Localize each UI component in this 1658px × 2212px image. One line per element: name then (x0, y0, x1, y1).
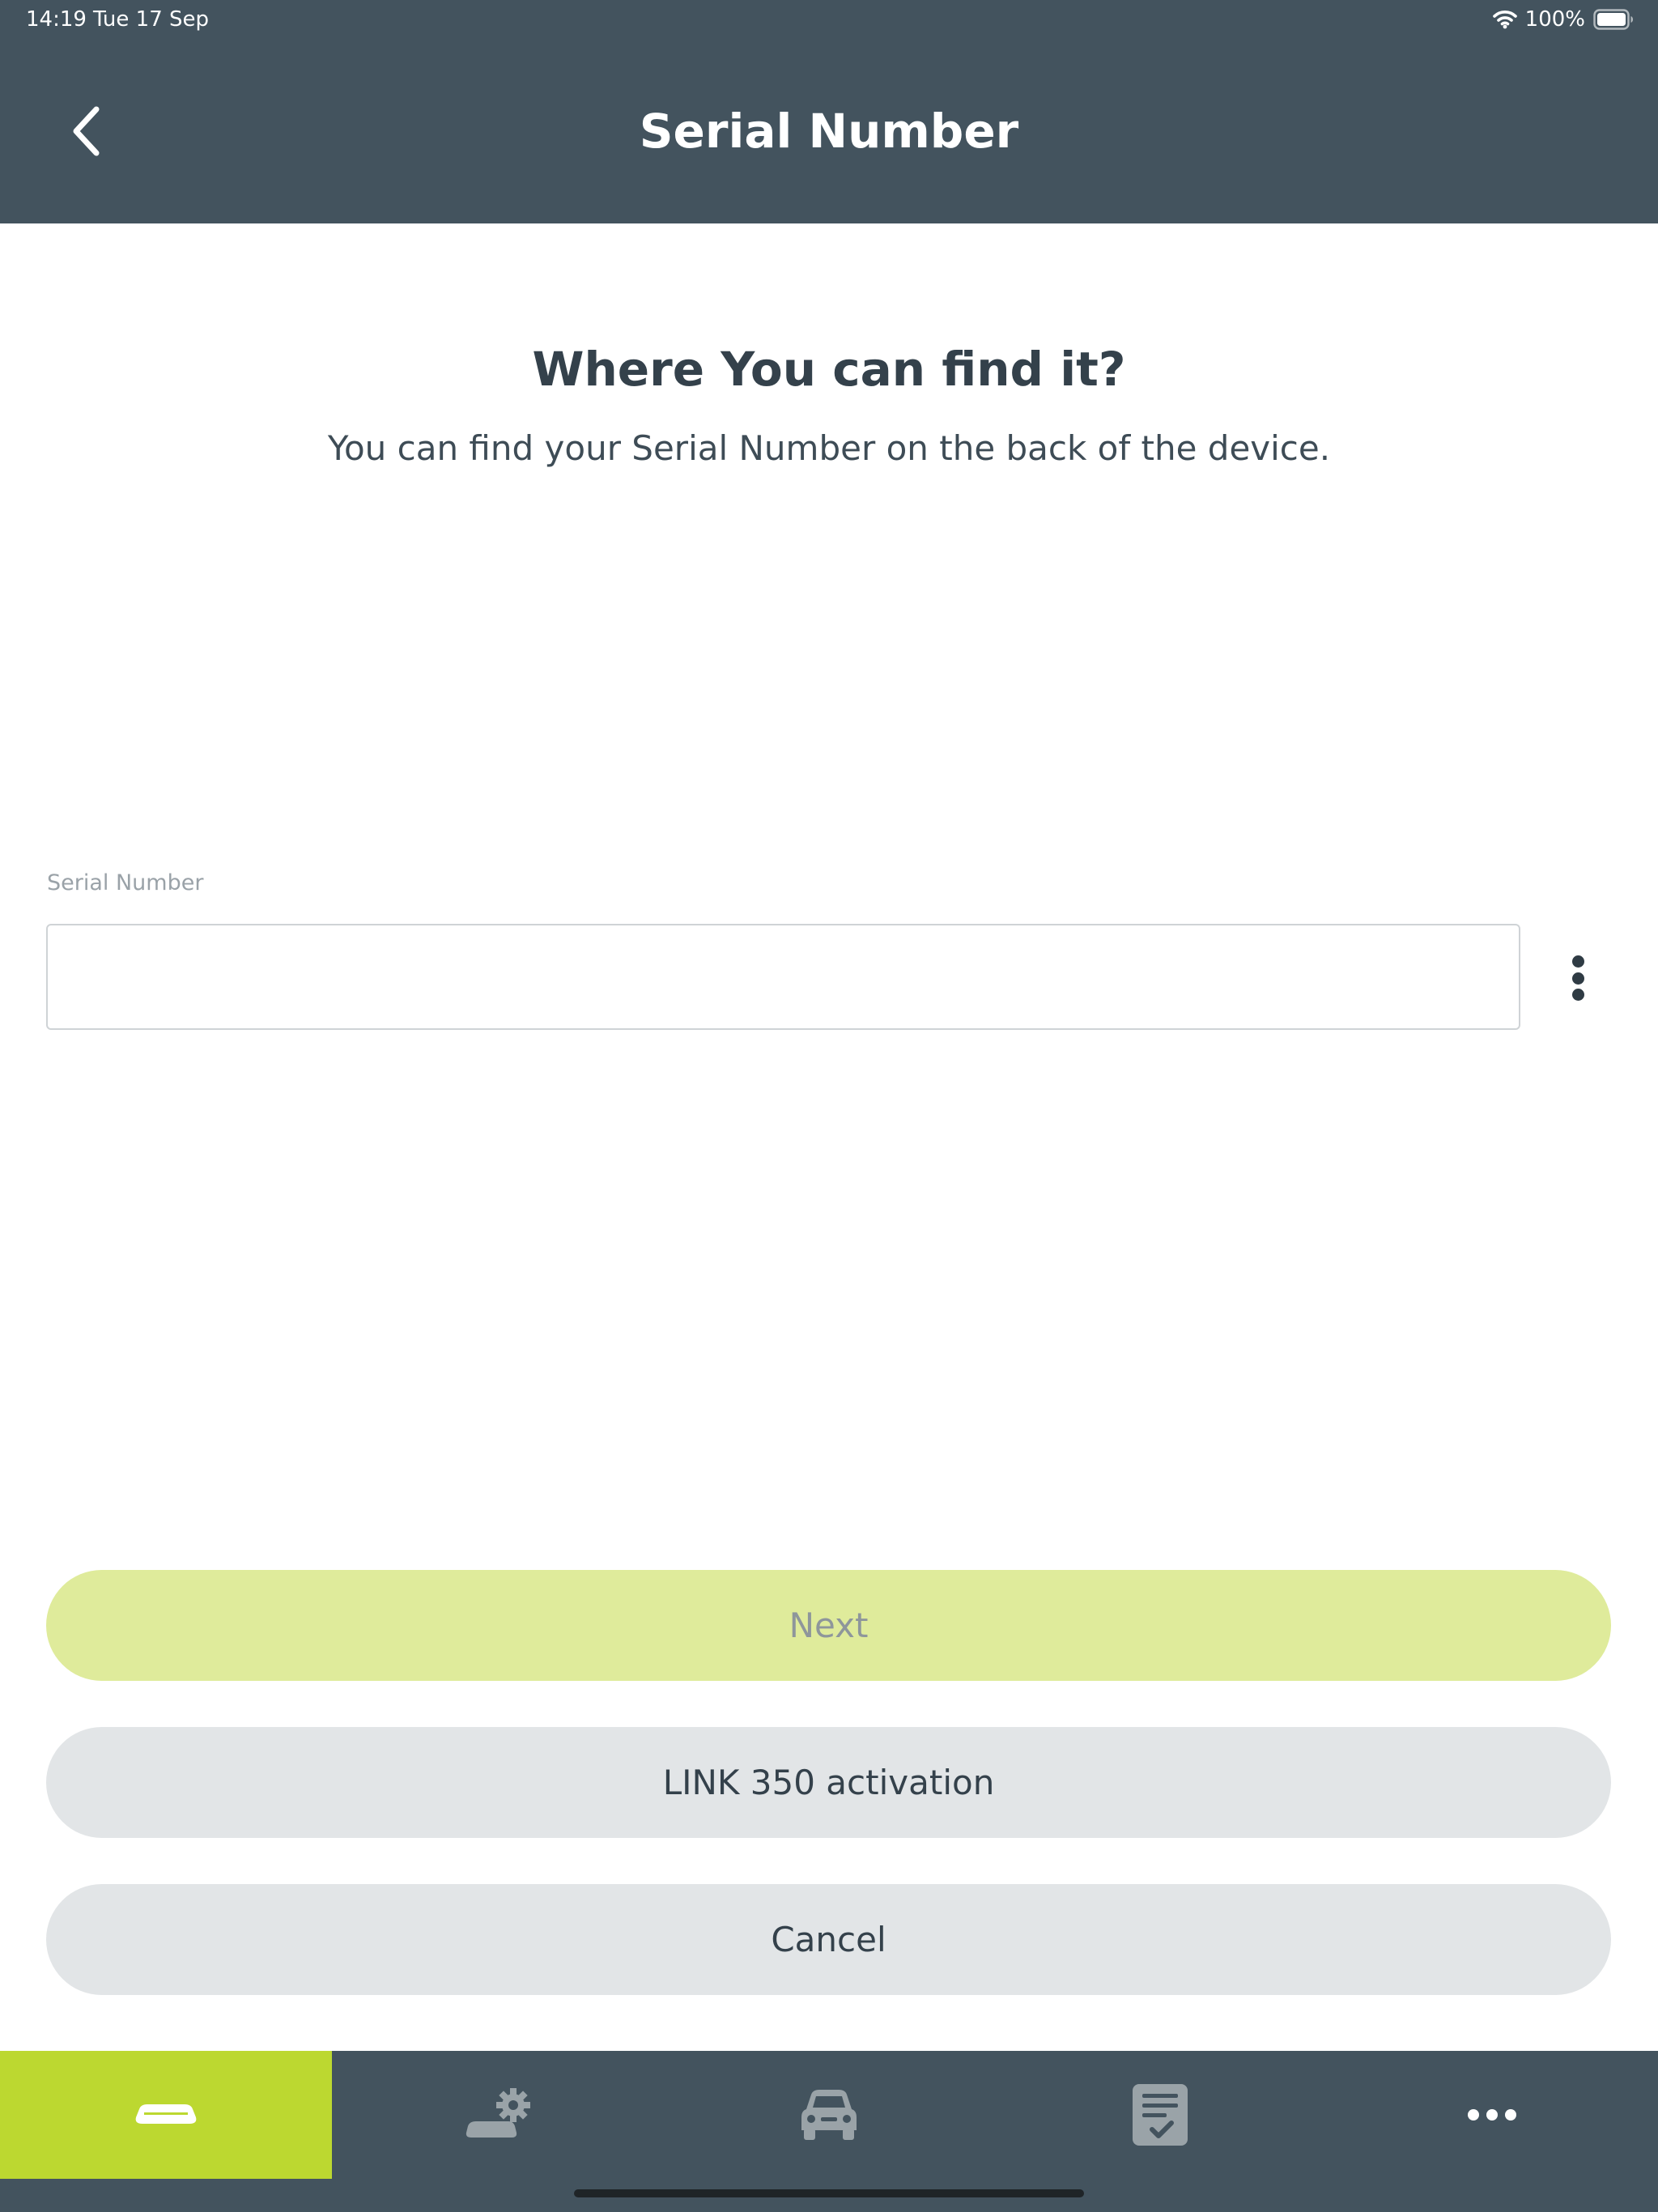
battery-icon (1593, 9, 1633, 30)
checklist-icon (1133, 2084, 1188, 2146)
tab-bar (0, 2051, 1658, 2212)
page-title: Serial Number (639, 104, 1019, 159)
home-indicator[interactable] (574, 2189, 1084, 2197)
wifi-icon (1492, 11, 1517, 29)
tab-device-settings[interactable] (332, 2051, 664, 2179)
battery-percentage: 100% (1524, 7, 1585, 32)
device-settings-icon (466, 2088, 530, 2138)
info-heading: Where You can find it? (532, 342, 1126, 397)
serial-number-input[interactable] (46, 924, 1520, 1030)
navigation-bar: 14:19 Tue 17 Sep 100% Serial Number (0, 0, 1658, 223)
more-vertical-icon-dot (1571, 989, 1584, 1001)
next-button[interactable]: Next (46, 1570, 1611, 1681)
app-screen: 14:19 Tue 17 Sep 100% Serial Number Wher… (0, 0, 1658, 2212)
status-date: Tue 17 Sep (93, 7, 210, 32)
link-350-activation-button[interactable]: LINK 350 activation (46, 1727, 1611, 1838)
serial-number-label: Serial Number (47, 870, 204, 895)
info-description: You can find your Serial Number on the b… (327, 428, 1331, 468)
tab-checklist[interactable] (994, 2051, 1326, 2179)
more-vertical-icon-dot (1571, 972, 1584, 985)
status-indicators: 100% (1492, 6, 1634, 32)
cancel-button[interactable]: Cancel (46, 1884, 1611, 1995)
status-time: 14:19 (26, 7, 87, 32)
more-horizontal-icon (1468, 2109, 1516, 2121)
car-icon (801, 2090, 857, 2140)
device-icon (135, 2104, 197, 2124)
more-vertical-icon-dot (1571, 955, 1584, 968)
tab-more[interactable] (1326, 2051, 1658, 2179)
more-options-button[interactable] (1551, 949, 1605, 1007)
tab-device[interactable] (0, 2051, 332, 2179)
tab-vehicle[interactable] (664, 2051, 994, 2179)
